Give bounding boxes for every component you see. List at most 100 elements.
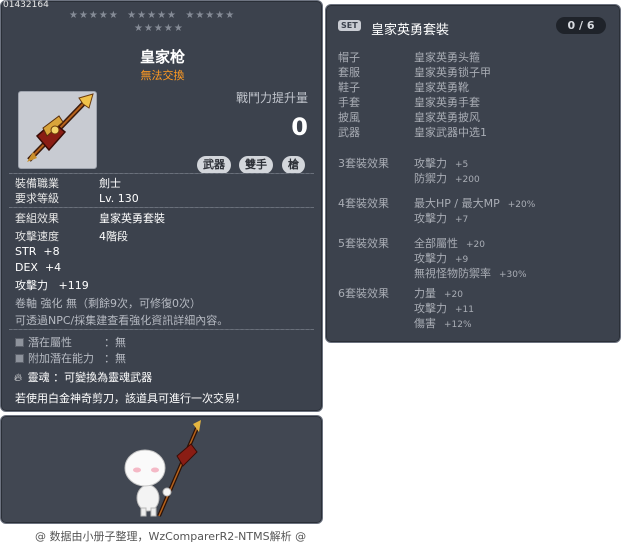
npc-info: 可透過NPC/採集建查看強化資訊詳細內容。 — [15, 314, 229, 327]
set-effect-title: 4套裝效果 — [338, 197, 389, 210]
set-piece-slot: 手套 — [338, 96, 360, 109]
set-effect-line: 攻擊力 +11 — [414, 300, 474, 316]
set-effect-value: +9 — [455, 255, 469, 265]
set-effect-title: 6套裝效果 — [338, 287, 389, 300]
set-piece-name: 皇家英勇锁子甲 — [414, 66, 491, 79]
set-piece-name: 皇家英勇靴 — [414, 81, 469, 94]
set-effect-value: +7 — [455, 215, 469, 225]
stat-name: 攻擊力 — [15, 279, 48, 292]
set-piece-name: 皇家英勇手套 — [414, 96, 480, 109]
set-effect-stat: 全部屬性 — [414, 237, 458, 250]
footer-credit: @ 数据由小册子整理，WzComparerR2-NTMS解析 @ — [35, 530, 307, 543]
set-count: 0 / 6 — [556, 17, 606, 34]
additional-potential-value: ：無 — [104, 352, 126, 365]
set-effect-line: 全部屬性 +20 — [414, 235, 485, 251]
set-row: 套組效果 皇家英勇套裝 — [15, 210, 165, 226]
speed-value: 4階段 — [99, 230, 128, 243]
tag-weapon: 武器 — [197, 156, 231, 174]
stat-value: +119 — [58, 279, 89, 292]
additional-potential-label: 附加潛在能力 — [28, 352, 94, 365]
character-preview — [124, 420, 201, 517]
speed-label: 攻擊速度 — [15, 230, 59, 243]
level-label: 要求等級 — [15, 192, 59, 205]
soul-flame-icon: 🔥︎ — [14, 371, 23, 384]
potential-row: 潛在屬性 ：無 — [15, 334, 126, 350]
set-piece-slot: 披風 — [338, 111, 360, 124]
set-effect-value: +20 — [466, 240, 485, 250]
set-effect-line: 攻擊力 +7 — [414, 210, 468, 226]
set-effect-line: 攻擊力 +5 — [414, 155, 468, 171]
job-row: 裝備職業 劍士 — [15, 175, 121, 191]
stat-row-str: STR +8 — [15, 245, 60, 258]
set-effect-stat: 力量 — [414, 287, 436, 300]
soul-label: 靈魂 — [27, 371, 50, 384]
job-value: 劍士 — [99, 177, 121, 190]
star-rating-row-2: ★★★★★ — [134, 23, 184, 34]
set-effect-line: 攻擊力 +9 — [414, 250, 468, 266]
stat-row-attack: 攻擊力 +119 — [15, 277, 89, 293]
stat-row-dex: DEX +4 — [15, 261, 61, 274]
set-effect-value: +20% — [507, 200, 536, 210]
set-effect-line: 最大HP / 最大MP +20% — [414, 195, 535, 211]
potential-value: ：無 — [104, 336, 126, 349]
set-effect-line: 無視怪物防禦率 +30% — [414, 265, 527, 281]
spear-item-icon — [27, 93, 94, 162]
set-effect-title: 3套裝效果 — [338, 157, 389, 170]
item-tooltip-panel: 01432164 ★★★★★ ★★★★★ ★★★★★ ★★★★★ 皇家枪 無法交… — [0, 0, 323, 412]
set-effect-stat: 最大HP / 最大MP — [414, 197, 500, 210]
trade-note: 無法交換 — [140, 69, 185, 82]
power-label: 戰鬥力提升量 — [235, 91, 308, 105]
item-name: 皇家枪 — [139, 48, 185, 66]
set-piece-slot: 套服 — [338, 66, 360, 79]
set-value: 皇家英勇套裝 — [99, 212, 165, 225]
divider — [9, 329, 314, 330]
item-id: 01432164 — [3, 0, 49, 10]
set-piece-name: 皇家武器中选1 — [414, 126, 487, 139]
level-value: Lv. 130 — [99, 192, 139, 205]
divider — [9, 207, 314, 208]
set-piece-row: 武器 皇家武器中选1 — [338, 124, 487, 140]
soul-row: 🔥︎ 靈魂 ：可變換為靈魂武器 — [14, 369, 152, 385]
stat-value: +4 — [44, 261, 62, 274]
set-piece-name: 皇家英勇头箍 — [414, 51, 480, 64]
set-effect-panel: SET 皇家英勇套裝 0 / 6 帽子 皇家英勇头箍 套服 皇家英勇锁子甲 鞋子 皇家英勇… — [325, 4, 621, 343]
stat-name: DEX — [15, 261, 38, 274]
set-effect-stat: 無視怪物防禦率 — [414, 267, 491, 280]
stat-value: +8 — [43, 245, 60, 258]
power-value: 0 — [291, 113, 308, 141]
set-effect-title: 5套裝效果 — [338, 237, 389, 250]
set-effect-stat: 防禦力 — [414, 172, 447, 185]
set-label: 套組效果 — [15, 212, 59, 225]
set-effect-value: +200 — [455, 175, 480, 185]
set-piece-row: 手套 皇家英勇手套 — [338, 94, 480, 110]
set-effect-stat: 傷害 — [414, 317, 436, 330]
scroll-info: 卷軸 強化 無（剩餘9次，可修復0次） — [15, 297, 201, 310]
set-badge: SET — [338, 20, 361, 31]
tag-spear: 槍 — [282, 156, 305, 174]
set-piece-row: 鞋子 皇家英勇靴 — [338, 79, 469, 95]
scissors-note: 若使用白金神奇剪刀，該道具可進行一次交易！ — [15, 392, 246, 405]
level-row: 要求等級 Lv. 130 — [15, 190, 139, 206]
set-effect-value: +11 — [455, 305, 474, 315]
set-piece-row: 披風 皇家英勇披风 — [338, 109, 480, 125]
set-effect-line: 防禦力 +200 — [414, 170, 480, 186]
set-piece-slot: 武器 — [338, 126, 360, 139]
stat-name: STR — [15, 245, 37, 258]
soul-value: ：可變換為靈魂武器 — [53, 371, 153, 384]
potential-label: 潛在屬性 — [28, 336, 72, 349]
divider — [9, 173, 314, 174]
set-effect-value: +12% — [444, 320, 472, 330]
set-piece-row: 帽子 皇家英勇头箍 — [338, 49, 480, 65]
set-effect-value: +5 — [455, 160, 469, 170]
set-effect-stat: 攻擊力 — [414, 302, 447, 315]
item-icon-frame — [18, 91, 97, 169]
set-effect-stat: 攻擊力 — [414, 212, 447, 225]
set-piece-slot: 帽子 — [338, 51, 360, 64]
potential-icon — [15, 338, 24, 347]
set-effect-value: +30% — [499, 270, 527, 280]
set-name: 皇家英勇套裝 — [371, 23, 450, 38]
set-effect-line: 傷害 +12% — [414, 315, 472, 331]
set-piece-slot: 鞋子 — [338, 81, 360, 94]
set-effect-value: +20 — [444, 290, 463, 300]
set-effect-stat: 攻擊力 — [414, 252, 447, 265]
